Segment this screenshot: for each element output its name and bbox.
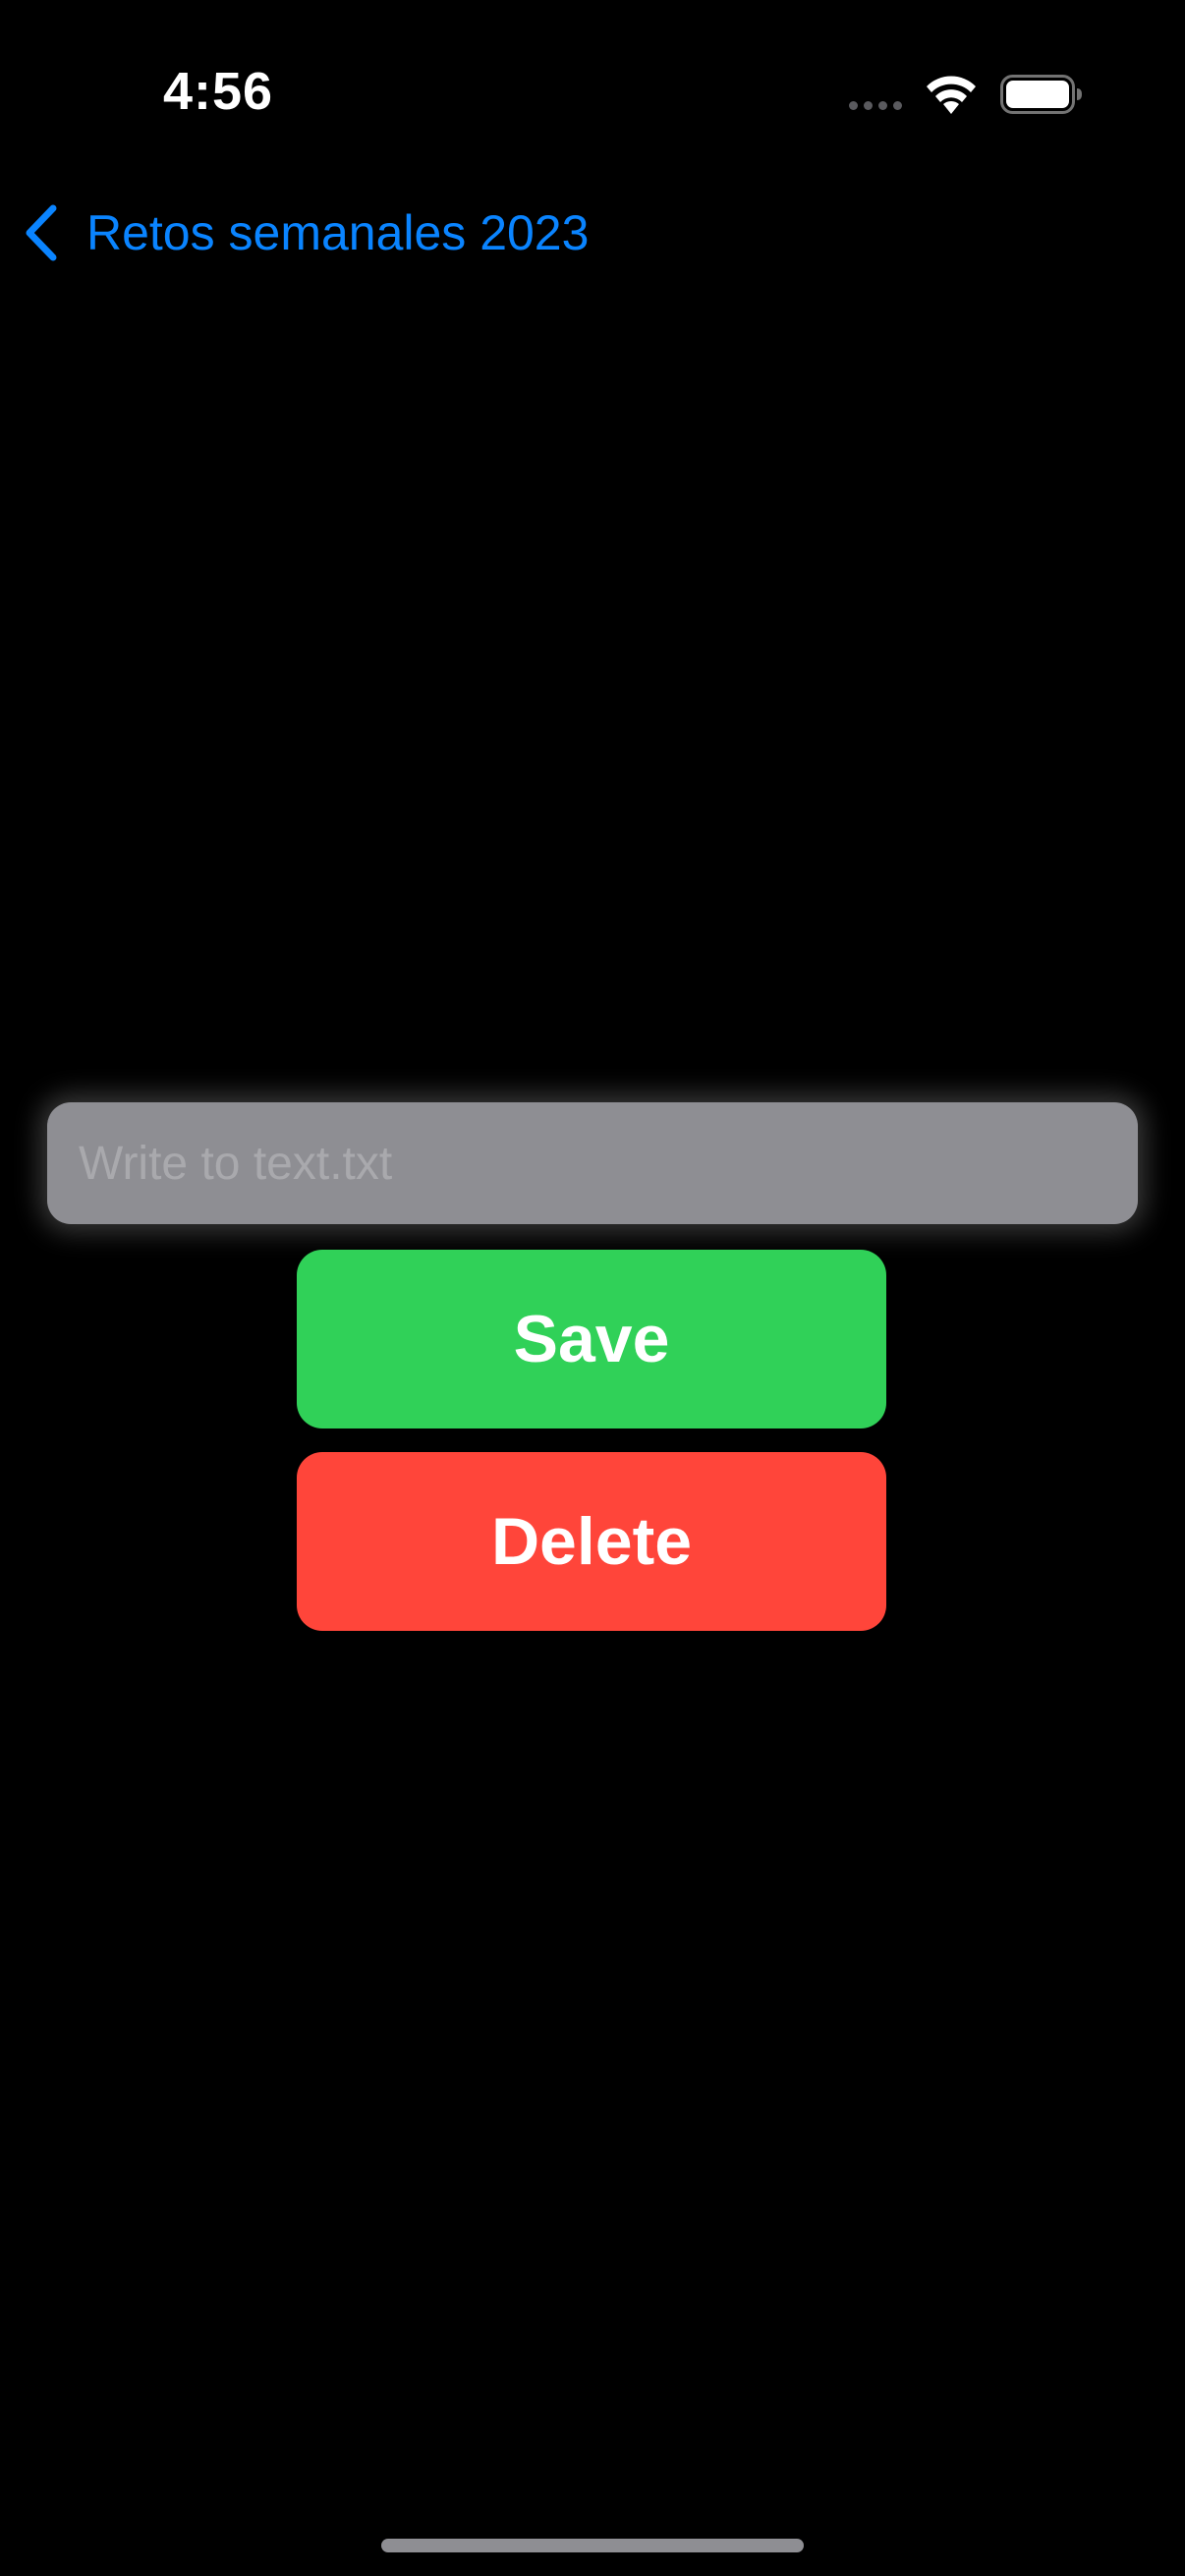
text-input[interactable] [79,1102,1106,1224]
delete-button[interactable]: Delete [297,1452,886,1631]
chevron-left-icon [26,204,57,261]
back-button-label: Retos semanales 2023 [86,205,590,260]
text-field-container [47,1102,1138,1224]
home-indicator [381,2539,804,2552]
battery-icon [1000,75,1082,114]
status-bar: 4:56 [0,0,1185,187]
back-button[interactable]: Retos semanales 2023 [22,198,589,267]
wifi-icon [927,76,976,114]
signal-dots-icon [849,101,902,110]
status-time: 4:56 [163,62,274,121]
navigation-bar: Retos semanales 2023 [0,187,1185,275]
save-button[interactable]: Save [297,1250,886,1428]
